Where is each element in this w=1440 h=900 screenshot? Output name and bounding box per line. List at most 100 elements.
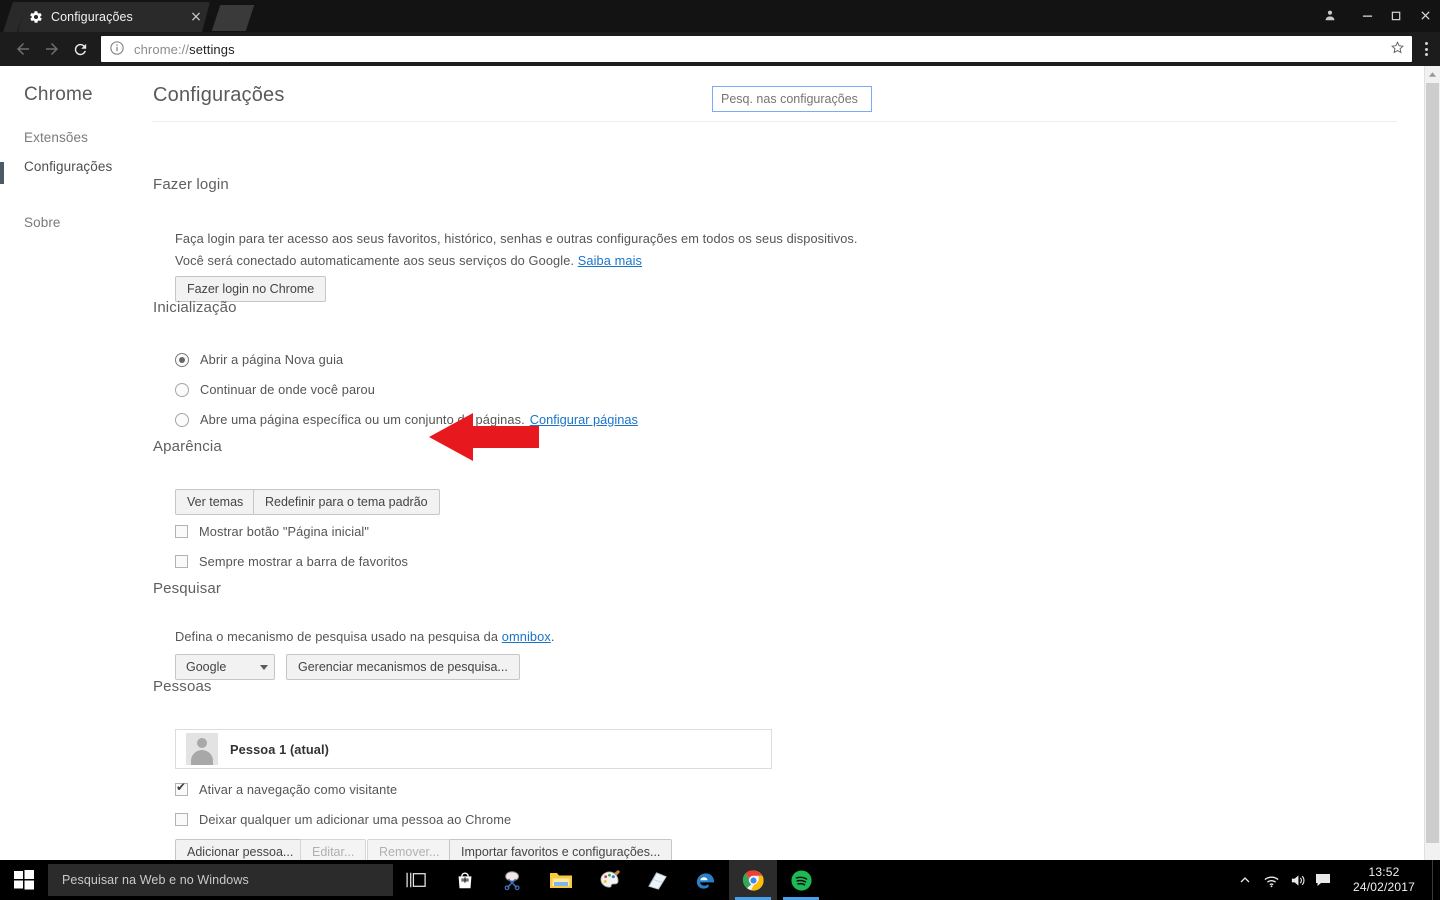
tab-strip: Configurações × — [0, 0, 1440, 32]
people-checkbox-guest-browsing[interactable]: Ativar a navegação como visitante — [175, 782, 397, 797]
person-icon[interactable] — [1313, 4, 1347, 26]
sidebar-item-sobre[interactable]: Sobre — [24, 215, 61, 230]
task-view-icon[interactable] — [393, 860, 441, 900]
appearance-checkbox-label: Sempre mostrar a barra de favoritos — [199, 554, 408, 569]
tray-chevron-up-icon[interactable] — [1232, 860, 1258, 900]
people-checkbox-label: Deixar qualquer um adicionar uma pessoa … — [199, 812, 511, 827]
view-themes-button[interactable]: Ver temas — [175, 489, 255, 515]
appearance-checkbox-home-button[interactable]: Mostrar botão "Página inicial" — [175, 524, 369, 539]
page-title: Configurações — [153, 84, 285, 107]
new-tab-button[interactable] — [212, 5, 254, 31]
browser-toolbar: chrome://settings — [0, 32, 1440, 66]
sidebar-item-configuracoes[interactable]: Configurações — [24, 159, 112, 174]
omnibox-link[interactable]: omnibox — [502, 629, 551, 644]
reset-default-theme-button[interactable]: Redefinir para o tema padrão — [253, 489, 440, 515]
people-checkbox-add-person[interactable]: Deixar qualquer um adicionar uma pessoa … — [175, 812, 511, 827]
close-icon[interactable]: × — [188, 9, 204, 25]
file-explorer-icon[interactable] — [537, 860, 585, 900]
minimize-button[interactable] — [1353, 4, 1382, 26]
person-card[interactable]: Pessoa 1 (atual) — [175, 729, 772, 769]
maximize-button[interactable] — [1382, 4, 1411, 26]
search-desc-pre: Defina o mecanismo de pesquisa usado na … — [175, 629, 502, 644]
section-title-people: Pessoas — [153, 678, 212, 695]
show-desktop-button[interactable] — [1432, 860, 1440, 900]
spotify-icon[interactable] — [777, 860, 825, 900]
sidebar-selection-indicator — [0, 162, 4, 184]
section-title-search: Pesquisar — [153, 580, 221, 597]
signin-description: Faça login para ter acesso aos seus favo… — [175, 228, 875, 272]
search-engine-select[interactable]: Google — [175, 654, 275, 680]
people-checkbox-label: Ativar a navegação como visitante — [199, 782, 397, 797]
chevron-down-icon — [260, 665, 268, 670]
add-person-button[interactable]: Adicionar pessoa... — [175, 839, 305, 860]
remove-person-button: Remover... — [367, 839, 451, 860]
sticky-notes-icon[interactable] — [633, 860, 681, 900]
startup-option-new-tab[interactable]: Abrir a página Nova guia — [175, 352, 343, 367]
search-desc-post: . — [551, 629, 555, 644]
back-icon[interactable] — [8, 32, 37, 66]
store-icon[interactable] — [441, 860, 489, 900]
taskbar-search-box[interactable]: Pesquisar na Web e no Windows — [48, 864, 393, 896]
person-name: Pessoa 1 (atual) — [230, 742, 329, 757]
appearance-checkbox-label: Mostrar botão "Página inicial" — [199, 524, 369, 539]
radio-icon[interactable] — [175, 353, 189, 367]
paint-icon[interactable] — [585, 860, 633, 900]
browser-tab-configuracoes[interactable]: Configurações × — [18, 2, 210, 32]
action-center-icon[interactable] — [1310, 860, 1336, 900]
search-settings-input[interactable] — [712, 86, 872, 112]
clock-date: 24/02/2017 — [1353, 880, 1415, 895]
search-engine-value: Google — [186, 660, 246, 674]
edge-icon[interactable] — [681, 860, 729, 900]
radio-icon[interactable] — [175, 413, 189, 427]
system-tray: 13:52 24/02/2017 — [1232, 860, 1440, 900]
radio-icon[interactable] — [175, 383, 189, 397]
chrome-settings-screen: Configurações × — [0, 0, 1440, 900]
manage-search-engines-button[interactable]: Gerenciar mecanismos de pesquisa... — [286, 654, 520, 680]
volume-icon[interactable] — [1284, 860, 1310, 900]
chrome-menu-icon[interactable] — [1412, 32, 1440, 66]
section-title-appearance: Aparência — [153, 438, 222, 455]
settings-page: Chrome Extensões Configurações Sobre Con… — [0, 66, 1440, 860]
checkbox-icon[interactable] — [175, 783, 188, 796]
checkbox-icon[interactable] — [175, 813, 188, 826]
avatar — [186, 733, 218, 765]
chrome-icon[interactable] — [729, 860, 777, 900]
search-description: Defina o mecanismo de pesquisa usado na … — [175, 626, 555, 648]
sidebar-item-extensoes[interactable]: Extensões — [24, 130, 88, 145]
url-path: settings — [189, 42, 235, 57]
startup-option-specific-pages[interactable]: Abre uma página específica ou um conjunt… — [175, 412, 638, 427]
gear-icon — [28, 10, 43, 25]
startup-option-label: Continuar de onde você parou — [200, 382, 375, 397]
edit-person-button: Editar... — [300, 839, 366, 860]
checkbox-icon[interactable] — [175, 525, 188, 538]
browser-window-frame: Configurações × — [0, 0, 1440, 66]
startup-option-continue[interactable]: Continuar de onde você parou — [175, 382, 375, 397]
url-scheme: chrome:// — [134, 42, 189, 57]
info-circle-icon[interactable] — [109, 40, 127, 58]
section-title-signin: Fazer login — [153, 176, 229, 193]
reload-icon[interactable] — [66, 32, 95, 66]
settings-sidebar: Chrome Extensões Configurações Sobre — [0, 66, 152, 860]
startup-option-label: Abre uma página específica ou um conjunt… — [200, 412, 525, 427]
taskbar-clock[interactable]: 13:52 24/02/2017 — [1336, 860, 1432, 900]
saiba-mais-link[interactable]: Saiba mais — [578, 253, 642, 268]
import-bookmarks-settings-button[interactable]: Importar favoritos e configurações... — [449, 839, 672, 860]
address-bar[interactable]: chrome://settings — [101, 36, 1412, 62]
forward-icon[interactable] — [37, 32, 66, 66]
page-scrollbar[interactable] — [1424, 66, 1440, 860]
tab-title: Configurações — [51, 10, 184, 24]
settings-content: Configurações Fazer login Faça login par… — [152, 66, 1417, 860]
title-divider — [152, 121, 1397, 122]
scroll-up-icon[interactable] — [1425, 66, 1440, 82]
appearance-checkbox-bookmarks-bar[interactable]: Sempre mostrar a barra de favoritos — [175, 554, 408, 569]
snipping-tool-icon[interactable] — [489, 860, 537, 900]
bookmark-star-icon[interactable] — [1386, 40, 1408, 58]
sidebar-brand: Chrome — [24, 84, 93, 106]
wifi-icon[interactable] — [1258, 860, 1284, 900]
configurar-paginas-link[interactable]: Configurar páginas — [530, 412, 638, 427]
checkbox-icon[interactable] — [175, 555, 188, 568]
scrollbar-thumb[interactable] — [1426, 83, 1439, 843]
windows-logo-icon[interactable] — [0, 860, 48, 900]
close-window-button[interactable] — [1411, 4, 1440, 26]
section-title-startup: Inicialização — [153, 299, 237, 316]
